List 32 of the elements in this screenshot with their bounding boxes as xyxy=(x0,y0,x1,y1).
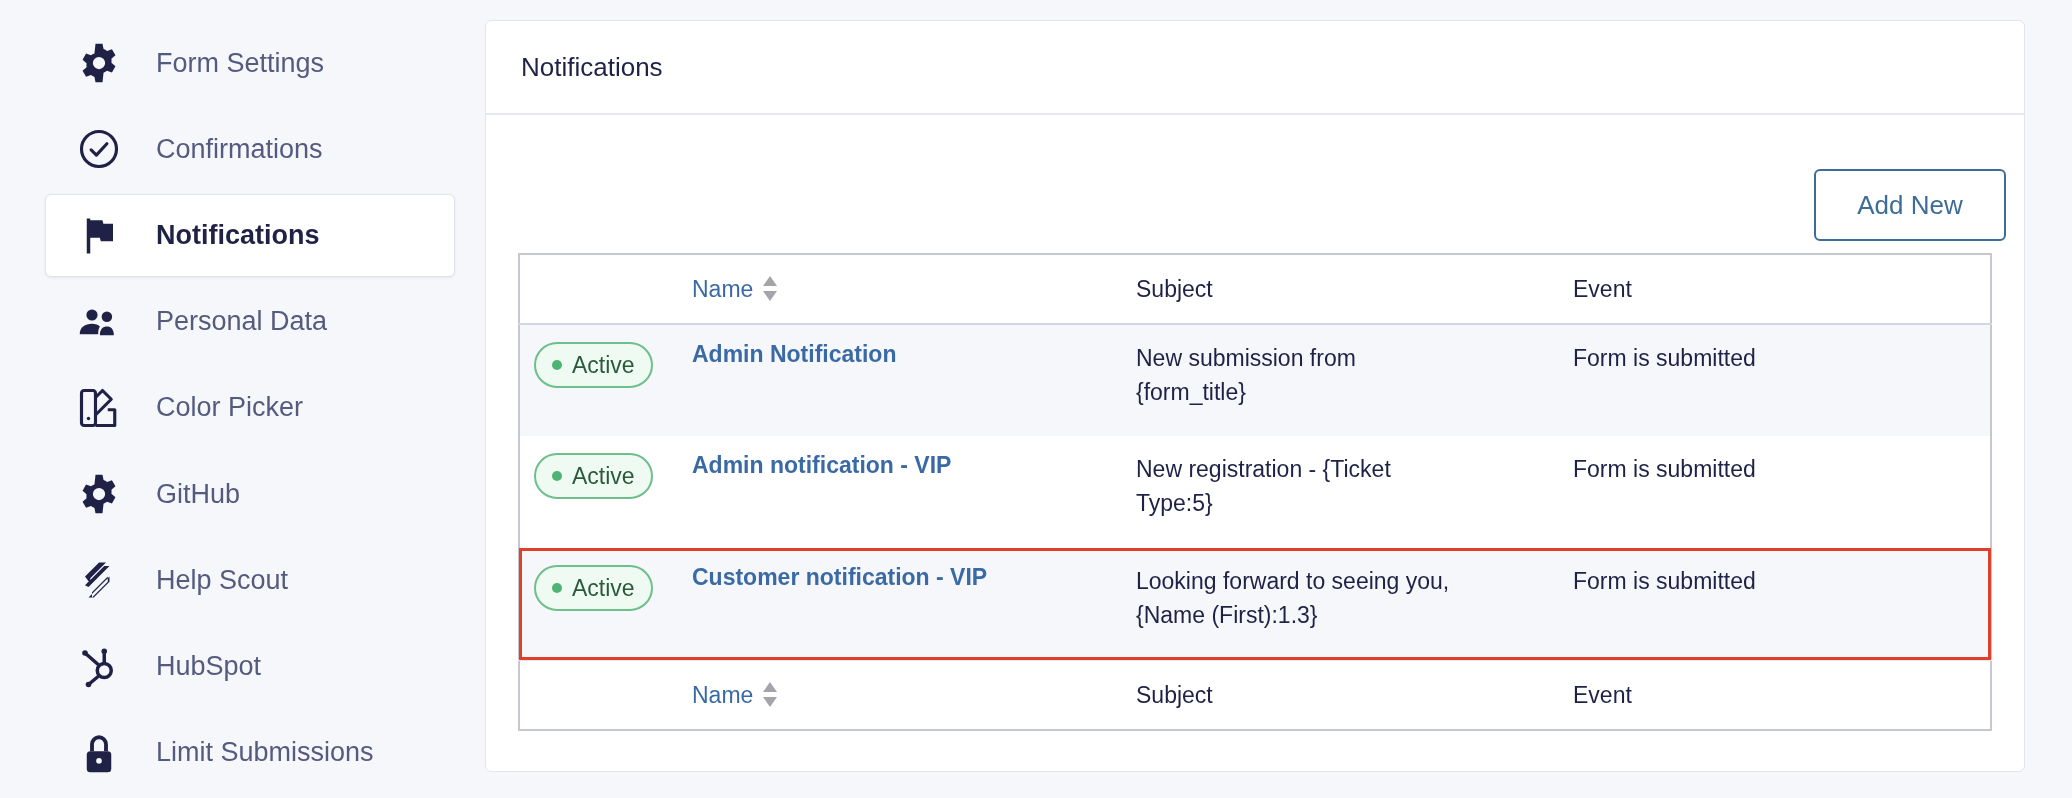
column-sort-link[interactable]: Name xyxy=(692,275,778,303)
event-cell-text: Form is submitted xyxy=(1573,344,1757,373)
sidebar-item[interactable]: Help Scout xyxy=(45,539,455,622)
notification-name-link[interactable]: Admin notification - VIP xyxy=(692,452,952,479)
sidebar-item[interactable]: Confirmations xyxy=(45,108,455,191)
sidebar-item[interactable]: HubSpot xyxy=(45,625,455,708)
subject-cell-text: New submission from {form_title} xyxy=(1136,344,1357,407)
notification-name-link[interactable]: Admin Notification xyxy=(692,341,897,368)
add-new-button[interactable]: Add New xyxy=(1814,169,2006,241)
column-header: Event xyxy=(1573,275,1632,302)
column-header: Subject xyxy=(1136,681,1213,708)
sort-icon xyxy=(763,682,778,708)
status-badge: Active xyxy=(534,453,653,499)
column-sort-link[interactable]: Name xyxy=(692,681,778,709)
status-badge: Active xyxy=(534,342,653,388)
sidebar-item[interactable]: Color Picker xyxy=(45,366,455,450)
subject-cell-text: New registration - {Ticket Type:5} xyxy=(1136,455,1392,518)
status-badge: Active xyxy=(534,565,653,611)
column-header: Event xyxy=(1573,681,1632,708)
column-header: Subject xyxy=(1136,275,1213,302)
notification-name-link[interactable]: Customer notification - VIP xyxy=(692,564,988,591)
sidebar-item[interactable]: Limit Submissions xyxy=(45,711,455,794)
check-circle-icon xyxy=(78,128,120,171)
sort-icon xyxy=(763,276,778,302)
sidebar-item[interactable]: Personal Data xyxy=(45,280,455,363)
sidebar-item[interactable]: Notifications xyxy=(45,194,455,277)
event-cell-text: Form is submitted xyxy=(1573,455,1757,484)
sidebar-item[interactable]: Form Settings xyxy=(45,22,455,105)
panel-title: Notifications xyxy=(521,51,663,83)
event-cell-text: Form is submitted xyxy=(1573,567,1757,596)
sidebar-item[interactable]: GitHub xyxy=(45,453,455,536)
subject-cell-text: Looking forward to seeing you, {Name (First):1.3} xyxy=(1136,567,1451,630)
